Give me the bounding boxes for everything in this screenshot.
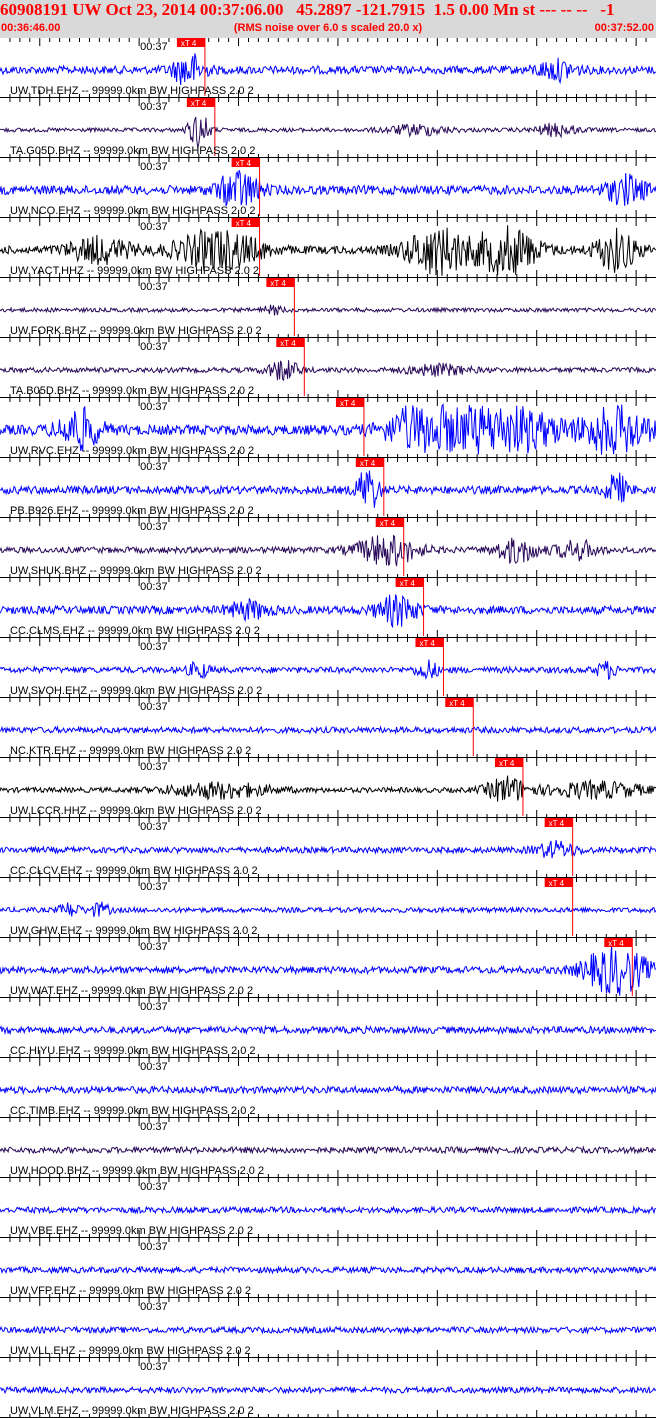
station-label: UW.HOOD.BHZ -- 99999.0km BW HIGHPASS 2.0…	[10, 1165, 264, 1177]
station-label: UW.LCCR.HHZ -- 99999.0km BW HIGHPASS 2.0…	[10, 805, 262, 817]
waveform-trace	[0, 659, 656, 681]
waveform-trace	[0, 1205, 656, 1215]
pick-label: xT 4	[449, 699, 465, 708]
tick-label: 00:37	[140, 281, 168, 293]
waveform-trace	[0, 775, 656, 802]
pick-label: xT 4	[549, 819, 565, 828]
tick-label: 00:37	[140, 941, 168, 953]
tick-label: 00:37	[140, 101, 168, 113]
station-label: UW.WAT.EHZ -- 99999.0km BW HIGHPASS 2.0 …	[10, 985, 253, 997]
pick-label: xT 4	[181, 39, 197, 48]
station-label: UW.VFP.EHZ -- 99999.0km BW HIGHPASS 2.0 …	[10, 1285, 251, 1297]
station-label: CC.CLCV.EHZ -- 99999.0km BW HIGHPASS 2.0…	[10, 865, 258, 877]
station-label: UW.VLL.EHZ -- 99999.0km BW HIGHPASS 2.0 …	[10, 1345, 251, 1357]
tick-label: 00:37	[140, 461, 168, 473]
pick-label: xT 4	[400, 579, 416, 588]
tick-label: 00:37	[140, 701, 168, 713]
station-label: UW.SHUK.BHZ -- 99999.0km BW HIGHPASS 2.0…	[10, 565, 262, 577]
pick-label: xT 4	[608, 939, 624, 948]
waveform-trace	[0, 360, 656, 382]
station-label: PB.B926.EHZ -- 99999.0km BW HIGHPASS 2.0…	[10, 505, 254, 517]
pick-label: xT 4	[191, 99, 207, 108]
tick-label: 00:37	[140, 41, 168, 53]
tick-label: 00:37	[140, 581, 168, 593]
station-label: UW.SVOH.EHZ -- 99999.0km BW HIGHPASS 2.0…	[10, 685, 262, 697]
event-title: 60908191 UW Oct 23, 2014 00:37:06.00 45.…	[0, 0, 615, 19]
tick-label: 00:37	[140, 341, 168, 353]
waveform-trace	[0, 1024, 656, 1036]
waveform-trace	[0, 1265, 656, 1275]
waveform-trace	[0, 169, 656, 207]
station-label: UW.NCO.EHZ -- 99999.0km BW HIGHPASS 2.0 …	[10, 205, 256, 217]
tick-label: 00:37	[140, 1241, 168, 1253]
tick-label: 00:37	[140, 1361, 168, 1373]
pick-label: xT 4	[236, 159, 252, 168]
tick-label: 00:37	[140, 161, 168, 173]
station-label: CC.TIMB.EHZ -- 99999.0km BW HIGHPASS 2.0…	[10, 1105, 256, 1117]
tick-label: 00:37	[140, 641, 168, 653]
pick-label: xT 4	[270, 279, 286, 288]
seismogram-plot: 00:37 xT 4 UW.TDH.EHZ -- 99999.0km BW HIGH…	[0, 38, 656, 1418]
waveform-trace	[0, 594, 656, 629]
waveform-trace	[0, 1385, 656, 1395]
waveform-trace	[0, 901, 656, 918]
pick-label: xT 4	[236, 219, 252, 228]
station-label: UW.YACT.HHZ -- 99999.0km BW HIGHPASS 2.0…	[10, 265, 259, 277]
tick-label: 00:37	[140, 1061, 168, 1073]
pick-label: xT 4	[380, 519, 396, 528]
station-label: TA.G05D.BHZ -- 99999.0km BW HIGHPASS 2.0…	[10, 145, 255, 157]
waveform-trace	[0, 1325, 656, 1335]
station-label: CC.HIYU.EHZ -- 99999.0km BW HIGHPASS 2.0…	[10, 1045, 256, 1057]
waveform-trace	[0, 470, 656, 508]
tick-label: 00:37	[140, 1301, 168, 1313]
waveform-trace	[0, 725, 656, 735]
waveform-trace	[0, 1084, 656, 1096]
station-label: UW.FORK.BHZ -- 99999.0km BW HIGHPASS 2.0…	[10, 325, 262, 337]
header-bar: 60908191 UW Oct 23, 2014 00:37:06.00 45.…	[0, 0, 656, 38]
tick-label: 00:37	[140, 821, 168, 833]
pick-label: xT 4	[280, 339, 296, 348]
station-label: UW.TDH.EHZ -- 99999.0km BW HIGHPASS 2.0 …	[10, 85, 254, 97]
station-label: UW.VBE.EHZ -- 99999.0km BW HIGHPASS 2.0 …	[10, 1225, 253, 1237]
noise-subtitle: (RMS noise over 6.0 s scaled 20.0 x)	[233, 22, 423, 34]
tick-label: 00:37	[140, 221, 168, 233]
pick-label: xT 4	[340, 399, 356, 408]
station-label: UW.RVC.EHZ -- 99999.0km BW HIGHPASS 2.0 …	[10, 445, 254, 457]
station-label: UW.VLM.EHZ -- 99999.0km BW HIGHPASS 2.0 …	[10, 1405, 254, 1417]
end-time-label: 00:37:52.00	[594, 22, 654, 34]
station-label: TA.B05D.BHZ -- 99999.0km BW HIGHPASS 2.0…	[10, 385, 254, 397]
tick-label: 00:37	[140, 881, 168, 893]
pick-label: xT 4	[360, 459, 376, 468]
station-label: NC.KTR.EHZ -- 99999.0km BW HIGHPASS 2.0 …	[10, 745, 251, 757]
waveform-trace	[0, 304, 656, 316]
pick-label: xT 4	[419, 639, 435, 648]
pick-label: xT 4	[499, 759, 515, 768]
tick-label: 00:37	[140, 401, 168, 413]
tick-label: 00:37	[140, 761, 168, 773]
waveform-trace	[0, 116, 656, 149]
tick-label: 00:37	[140, 521, 168, 533]
waveform-trace	[0, 534, 656, 567]
tick-label: 00:37	[140, 1121, 168, 1133]
tick-label: 00:37	[140, 1001, 168, 1013]
station-label: UW.GHW.EHZ -- 99999.0km BW HIGHPASS 2.0 …	[10, 925, 257, 937]
station-label: CC.CLMS.EHZ -- 99999.0km BW HIGHPASS 2.0…	[10, 625, 260, 637]
waveform-trace	[0, 1145, 656, 1155]
waveform-trace	[0, 839, 656, 859]
tick-label: 00:37	[140, 1181, 168, 1193]
pick-label: xT 4	[549, 879, 565, 888]
waveform-trace	[0, 53, 656, 86]
